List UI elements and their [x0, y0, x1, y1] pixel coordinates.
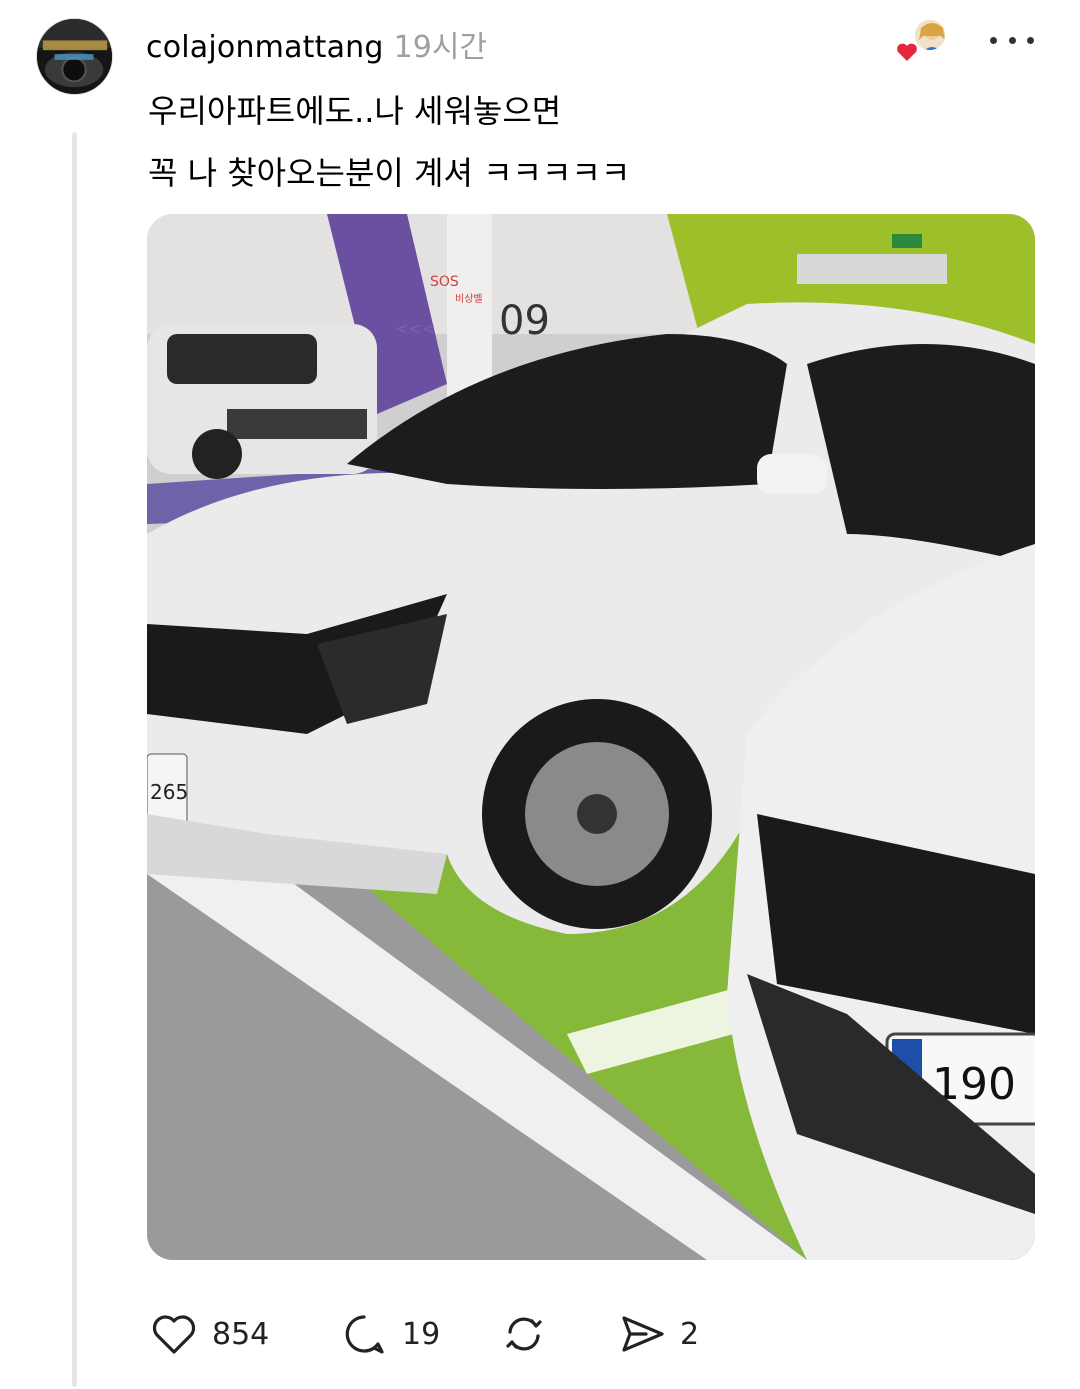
pillar-number: 09 — [499, 298, 550, 344]
liked-by-indicator[interactable] — [893, 18, 953, 68]
thread-post: colajonmattang 19시간 우리아파트에도..나 세워놓으면 꼭 나… — [0, 0, 1080, 1389]
like-button[interactable]: 854 — [148, 1308, 338, 1360]
emergency-bell-label: 비상벨 — [455, 293, 483, 305]
repost-button[interactable] — [498, 1308, 616, 1360]
post-text-line-1: 우리아파트에도..나 세워놓으면 — [148, 92, 562, 130]
avatar-image — [37, 19, 112, 94]
timestamp: 19시간 — [393, 30, 488, 65]
username[interactable]: colajonmattang — [146, 30, 384, 65]
like-icon — [152, 1315, 196, 1354]
svg-text:<<<: <<< — [395, 319, 435, 338]
share-icon — [622, 1316, 664, 1352]
parking-garage-photo: SOS 비상벨 <<< 09 265 190 — [147, 214, 1035, 1260]
left-plate: 265 — [150, 780, 188, 804]
reply-count: 19 — [402, 1316, 441, 1352]
more-icon[interactable] — [990, 28, 1034, 52]
heart-icon — [894, 39, 920, 65]
share-button[interactable]: 2 — [616, 1308, 736, 1360]
post-header: colajonmattang 19시간 — [146, 22, 487, 66]
reply-button[interactable]: 19 — [338, 1308, 498, 1360]
like-count: 854 — [212, 1316, 270, 1352]
action-bar: 854 19 2 — [148, 1304, 736, 1364]
post-text-line-2: 꼭 나 찾아오는분이 계셔 ㅋㅋㅋㅋㅋ — [148, 154, 631, 192]
share-count: 2 — [680, 1316, 700, 1352]
sos-label: SOS — [430, 274, 459, 290]
avatar[interactable] — [36, 18, 113, 95]
thread-line — [72, 132, 77, 1387]
post-photo[interactable]: SOS 비상벨 <<< 09 265 190 — [147, 214, 1035, 1260]
reply-icon — [345, 1315, 384, 1354]
repost-icon — [506, 1317, 542, 1351]
